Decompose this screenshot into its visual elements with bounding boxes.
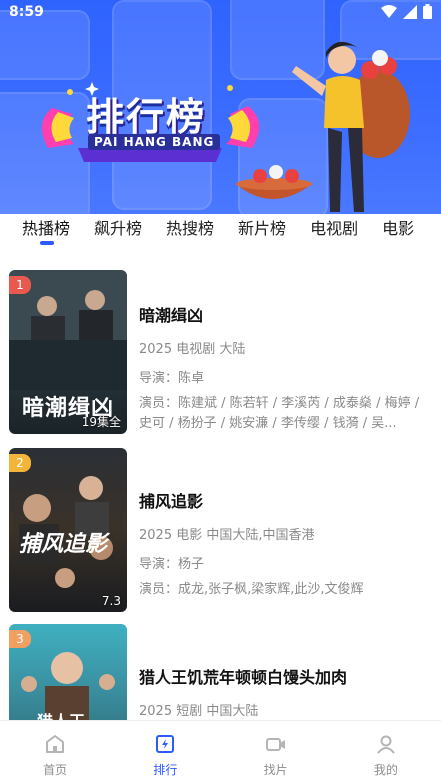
tab-label: 飙升榜 (94, 219, 143, 238)
status-bar: 8:59 (0, 0, 441, 26)
tab-hot-search[interactable]: 热搜榜 (166, 214, 214, 252)
item-cast: 演员：成龙,张子枫,梁家辉,此沙,文俊辉 (139, 582, 364, 597)
item-director: 导演：陈卓 (139, 371, 205, 386)
poster-image[interactable]: 猎人王 3 (9, 624, 127, 720)
tab-new-release[interactable]: 新片榜 (238, 214, 286, 252)
ranking-list: 暗潮缉凶 1 19集全 暗潮缉凶 2025 电视剧 大陆 导演：陈卓 演员：陈建… (0, 252, 441, 720)
tab-label: 热播榜 (22, 219, 71, 238)
banner-subtitle: PAI HANG BANG (88, 134, 221, 150)
list-item[interactable]: 暗潮缉凶 1 19集全 暗潮缉凶 2025 电视剧 大陆 导演：陈卓 演员：陈建… (9, 270, 433, 434)
banner-title: 排行榜 (86, 95, 207, 139)
item-director: 导演：杨子 (139, 557, 205, 572)
tab-hot-play[interactable]: 热播榜 (22, 214, 70, 252)
nav-mine[interactable]: 我的 (331, 721, 441, 784)
list-item[interactable]: 捕风追影 2 7.3 捕风追影 2025 电影 中国大陆,中国香港 导演：杨子 … (9, 448, 433, 612)
rank-badge: 2 (9, 454, 31, 472)
home-icon (46, 735, 65, 753)
item-cast: 演员：陈建斌 / 陈若轩 / 李溪芮 / 成泰燊 / 梅婷 / 史可 / 杨扮子… (139, 396, 420, 431)
rank-badge: 3 (9, 630, 31, 648)
tab-tv-series[interactable]: 电视剧 (310, 214, 358, 252)
list-item[interactable]: 猎人王 3 猎人王饥荒年顿顿白馒头加肉 2025 短剧 中国大陆 (9, 624, 433, 720)
item-meta: 2025 电视剧 大陆 (139, 342, 246, 357)
tab-label: 电视剧 (310, 219, 359, 238)
ranking-banner: 8:59 排行榜 PAI HANG BANG (0, 0, 441, 214)
nav-ranking[interactable]: 排行 (110, 721, 220, 784)
item-title[interactable]: 猎人王饥荒年顿顿白馒头加肉 (139, 664, 431, 688)
tab-label: 电影 (382, 219, 415, 238)
poster-title: 猎人王 (37, 708, 85, 720)
bottom-navigation: 首页 排行 找片 我的 (0, 720, 441, 784)
signal-icon (403, 4, 417, 19)
user-icon (377, 735, 395, 754)
tab-movie[interactable]: 电影 (382, 214, 414, 252)
nav-label: 首页 (43, 763, 68, 777)
tab-label: 新片榜 (238, 219, 287, 238)
episode-count: 19集全 (81, 415, 121, 429)
status-icons (381, 4, 432, 19)
video-camera-icon (265, 738, 285, 751)
active-tab-indicator (40, 241, 54, 245)
item-meta: 2025 电影 中国大陆,中国香港 (139, 528, 315, 543)
item-info: 捕风追影 2025 电影 中国大陆,中国香港 导演：杨子 演员：成龙,张子枫,梁… (139, 448, 431, 600)
poster-image[interactable]: 捕风追影 2 7.3 (9, 448, 127, 612)
item-title[interactable]: 暗潮缉凶 (139, 302, 431, 326)
poster-title: 捕风追影 (19, 532, 108, 557)
rank-badge: 1 (9, 276, 31, 294)
nav-label: 我的 (373, 763, 398, 777)
nav-home[interactable]: 首页 (0, 721, 110, 784)
ranking-icon (156, 735, 175, 753)
status-time: 8:59 (9, 4, 44, 20)
category-tabs: 热播榜 飙升榜 热搜榜 新片榜 电视剧 电影 (0, 214, 441, 252)
tab-label: 热搜榜 (166, 219, 215, 238)
poster-image[interactable]: 暗潮缉凶 1 19集全 (9, 270, 127, 434)
wifi-icon (381, 4, 397, 18)
mascot-illustration (236, 41, 410, 212)
nav-label: 找片 (263, 763, 288, 777)
item-meta: 2025 短剧 中国大陆 (139, 704, 259, 719)
battery-icon (423, 4, 432, 19)
nav-label: 排行 (153, 763, 178, 777)
item-info: 暗潮缉凶 2025 电视剧 大陆 导演：陈卓 演员：陈建斌 / 陈若轩 / 李溪… (139, 270, 431, 434)
nav-find-video[interactable]: 找片 (221, 721, 331, 784)
item-info: 猎人王饥荒年顿顿白馒头加肉 2025 短剧 中国大陆 (139, 624, 431, 719)
item-title[interactable]: 捕风追影 (139, 488, 431, 512)
rating-score: 7.3 (101, 594, 121, 608)
tab-rising[interactable]: 飙升榜 (94, 214, 142, 252)
